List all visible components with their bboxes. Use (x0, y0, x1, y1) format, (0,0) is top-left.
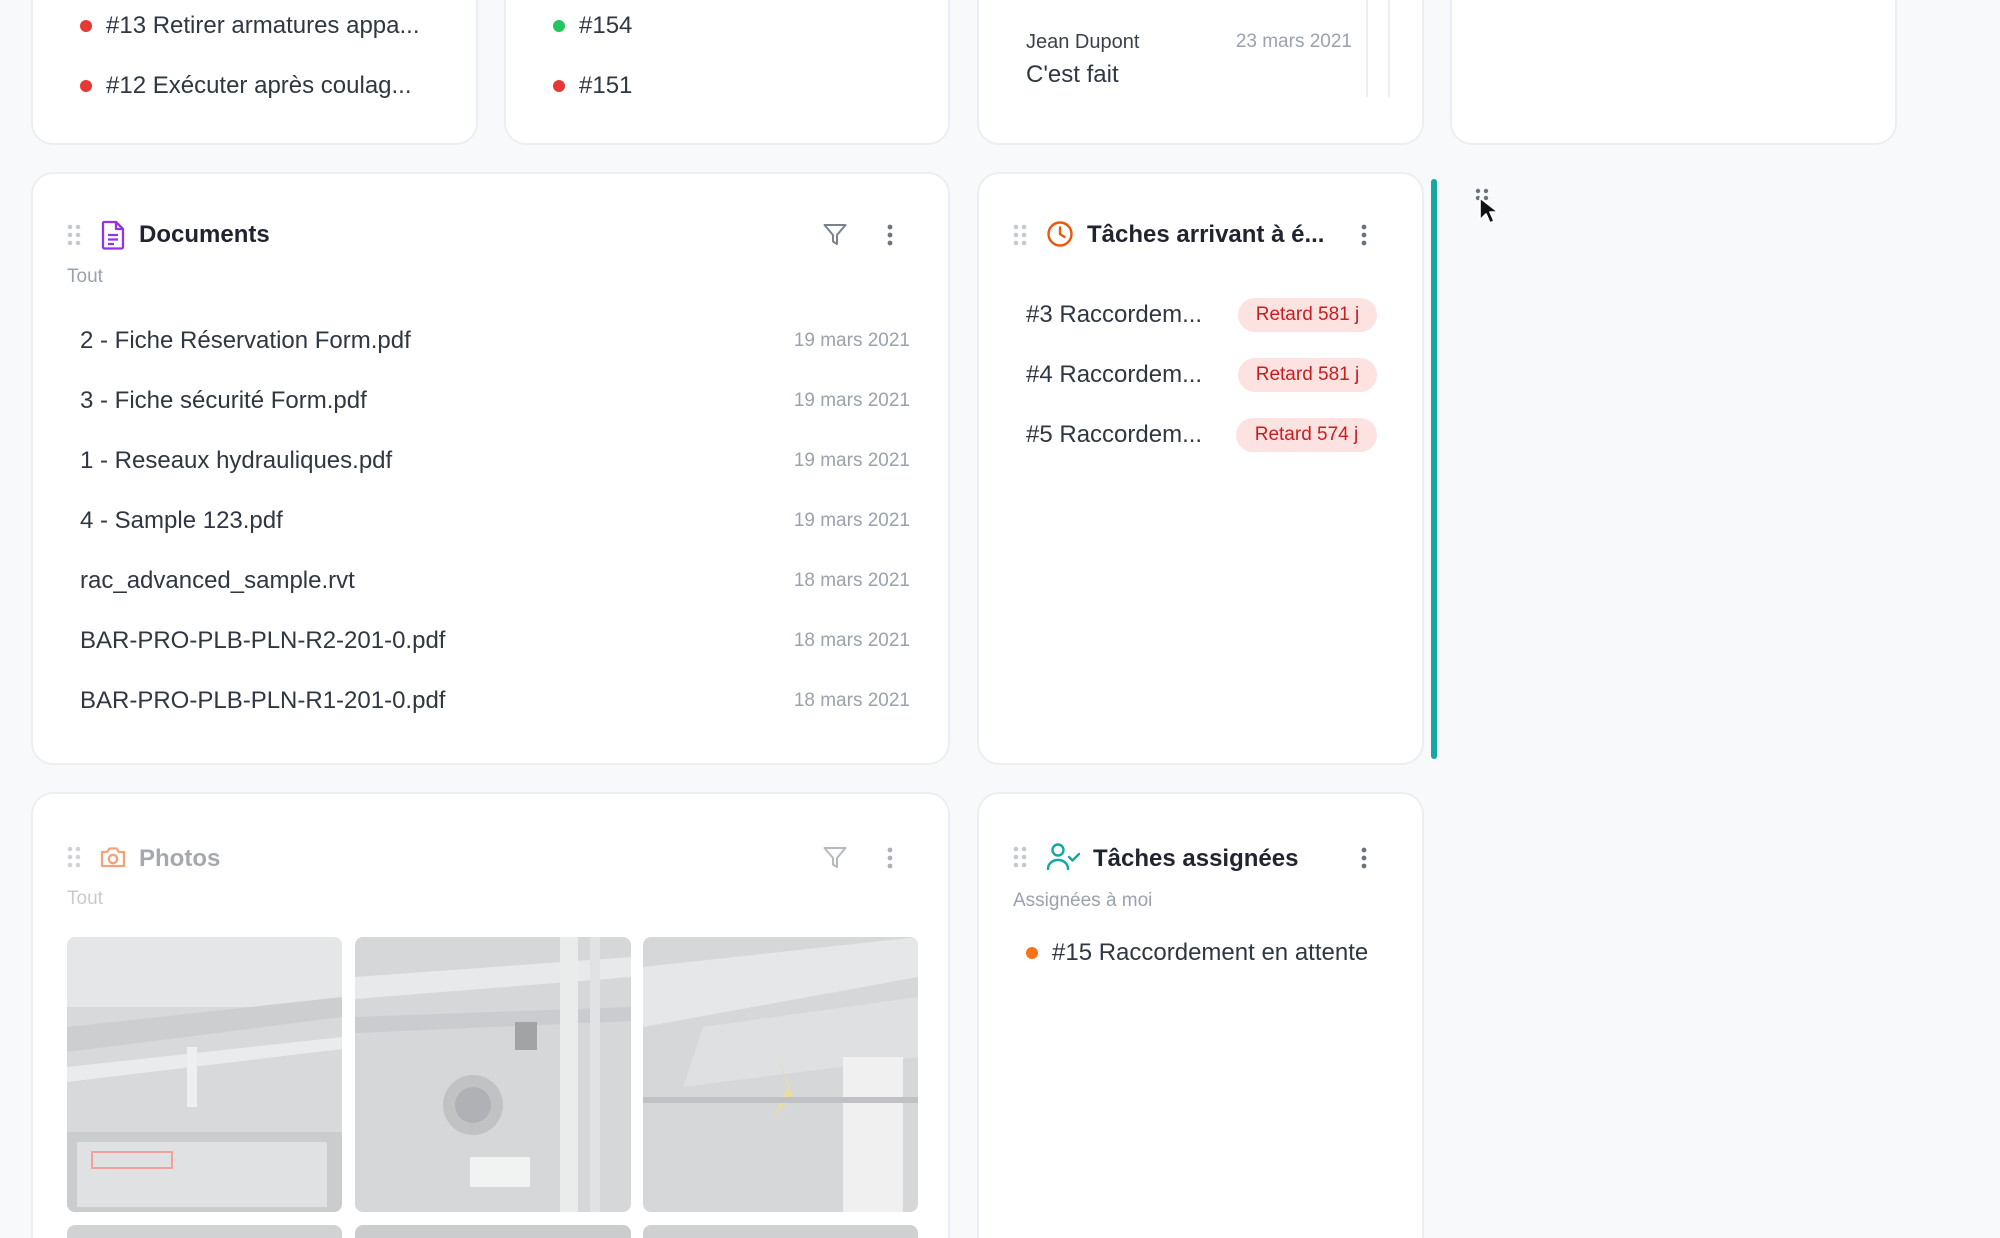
status-dot (80, 20, 92, 32)
status-dot (80, 80, 92, 92)
comment-author: Jean Dupont (1026, 31, 1140, 53)
card-title: Documents (139, 221, 270, 248)
document-name: BAR-PRO-PLB-PLN-R2-201-0.pdf (80, 627, 446, 654)
document-row[interactable]: BAR-PRO-PLB-PLN-R1-201-0.pdf 18 mars 202… (80, 687, 910, 715)
status-dot (553, 80, 565, 92)
photo-thumbnail[interactable] (67, 937, 342, 1212)
scrollbar[interactable] (1366, 0, 1390, 97)
task-name[interactable]: #3 Raccordem... (1026, 301, 1202, 329)
assigned-tasks-card: Tâches assignées Assignées à moi #15 Rac… (977, 792, 1424, 1238)
empty-card-top (1450, 0, 1897, 145)
more-vertical-icon[interactable] (1349, 220, 1379, 250)
document-name: 4 - Sample 123.pdf (80, 507, 283, 534)
task-name[interactable]: #4 Raccordem... (1026, 361, 1202, 389)
card-title: Photos (139, 845, 221, 872)
task-label: #15 Raccordement en attente (1052, 939, 1369, 966)
document-name: 2 - Fiche Réservation Form.pdf (80, 327, 411, 354)
document-date: 19 mars 2021 (793, 510, 910, 531)
photos-card: Photos Tout (31, 792, 950, 1238)
filter-icon[interactable] (820, 220, 850, 250)
list-item[interactable]: #151 (553, 72, 632, 100)
photo-thumbnail[interactable] (355, 937, 631, 1212)
overdue-badge: Retard 574 j (1236, 418, 1377, 452)
filter-label: Tout (67, 266, 103, 287)
drag-handle-icon[interactable] (67, 223, 81, 247)
comment-date: 23 mars 2021 (1235, 31, 1352, 52)
list-item[interactable]: #15 Raccordement en attente (1026, 939, 1368, 967)
item-label: #154 (579, 12, 633, 39)
photo-thumbnail[interactable] (67, 1225, 342, 1238)
document-row[interactable]: 3 - Fiche sécurité Form.pdf 19 mars 2021 (80, 387, 910, 415)
comments-card-top: Jean Dupont 23 mars 2021 C'est fait (977, 0, 1424, 145)
more-vertical-icon[interactable] (875, 843, 905, 873)
task-label: #13 Retirer armatures appa... (106, 12, 420, 39)
card-title: Tâches arrivant à é... (1087, 221, 1325, 248)
photo-thumbnail[interactable] (355, 1225, 631, 1238)
document-row[interactable]: 2 - Fiche Réservation Form.pdf 19 mars 2… (80, 327, 910, 355)
more-vertical-icon[interactable] (1349, 843, 1379, 873)
document-name: 1 - Reseaux hydrauliques.pdf (80, 447, 393, 474)
document-row[interactable]: rac_advanced_sample.rvt 18 mars 2021 (80, 567, 910, 595)
due-tasks-card: Tâches arrivant à é... #3 Raccordem... R… (977, 172, 1424, 765)
document-date: 19 mars 2021 (793, 330, 910, 351)
document-date: 19 mars 2021 (793, 450, 910, 471)
filter-label: Assignées à moi (1013, 890, 1153, 911)
status-dot (1026, 947, 1038, 959)
list-item[interactable]: #154 (553, 12, 632, 40)
document-icon (100, 220, 126, 255)
photo-thumbnail[interactable] (643, 937, 918, 1212)
task-label: #12 Exécuter après coulag... (106, 72, 412, 99)
documents-card: Documents Tout 2 - Fiche Réservation For… (31, 172, 950, 765)
filter-label: Tout (67, 888, 103, 909)
document-name: rac_advanced_sample.rvt (80, 567, 355, 594)
overdue-badge: Retard 581 j (1238, 358, 1377, 392)
drag-handle-icon[interactable] (1013, 845, 1027, 869)
document-date: 18 mars 2021 (793, 570, 910, 591)
drag-handle-icon[interactable] (67, 845, 81, 869)
drop-indicator (1431, 179, 1437, 759)
user-check-icon (1046, 842, 1081, 877)
document-row[interactable]: 1 - Reseaux hydrauliques.pdf 19 mars 202… (80, 447, 910, 475)
document-date: 18 mars 2021 (793, 690, 910, 711)
more-vertical-icon[interactable] (875, 220, 905, 250)
task-name[interactable]: #5 Raccordem... (1026, 421, 1202, 449)
filter-icon[interactable] (820, 843, 850, 873)
document-row[interactable]: BAR-PRO-PLB-PLN-R2-201-0.pdf 18 mars 202… (80, 627, 910, 655)
camera-icon (99, 844, 127, 875)
document-date: 18 mars 2021 (793, 630, 910, 651)
overdue-badge: Retard 581 j (1238, 298, 1377, 332)
list-item[interactable]: #13 Retirer armatures appa... (80, 12, 420, 40)
tasks-card-top: #13 Retirer armatures appa... #12 Exécut… (31, 0, 478, 145)
comment-text: C'est fait (1026, 61, 1119, 88)
document-date: 19 mars 2021 (793, 390, 910, 411)
clock-icon (1046, 220, 1074, 253)
card-title: Tâches assignées (1093, 845, 1299, 872)
item-label: #151 (579, 72, 633, 99)
status-dot (553, 20, 565, 32)
document-name: 3 - Fiche sécurité Form.pdf (80, 387, 367, 414)
document-row[interactable]: 4 - Sample 123.pdf 19 mars 2021 (80, 507, 910, 535)
list-item[interactable]: #12 Exécuter après coulag... (80, 72, 412, 100)
ids-card-top: #154 #151 (504, 0, 950, 145)
photo-thumbnail[interactable] (643, 1225, 918, 1238)
mouse-cursor-icon (1478, 196, 1499, 231)
drag-handle-icon[interactable] (1013, 223, 1027, 247)
document-name: BAR-PRO-PLB-PLN-R1-201-0.pdf (80, 687, 446, 714)
